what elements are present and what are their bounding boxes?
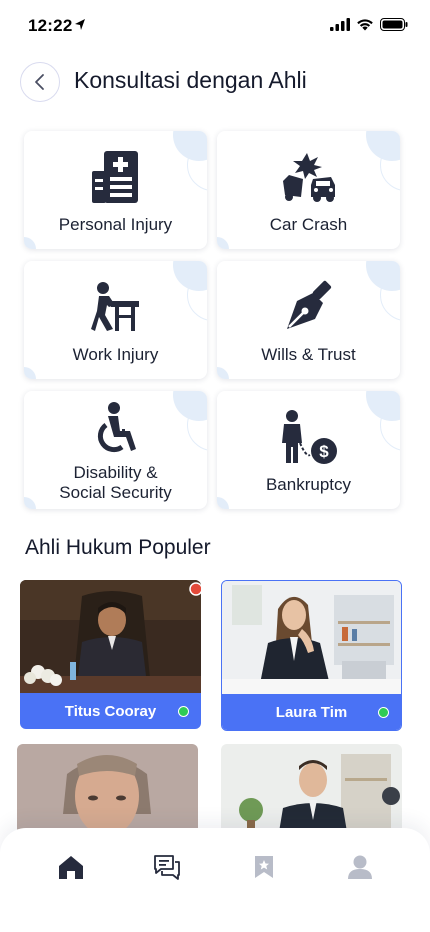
card-decoration: [217, 367, 229, 379]
card-decoration: [24, 367, 36, 379]
lawyer-name-bar: Laura Tim: [222, 694, 401, 730]
category-card-car-crash[interactable]: Car Crash: [217, 131, 400, 249]
car-crash-icon: [282, 153, 335, 202]
nav-home[interactable]: [54, 850, 88, 884]
category-label: Wills & Trust: [261, 345, 356, 364]
battery-icon: [380, 18, 408, 31]
home-icon: [59, 856, 83, 879]
pen-nib-icon: [286, 280, 331, 329]
lawyer-name-bar: Titus Cooray: [20, 693, 201, 729]
cellular-signal-icon: [330, 18, 350, 31]
lawyer-card[interactable]: Laura Tim: [221, 580, 402, 731]
category-label: Work Injury: [72, 345, 159, 364]
category-card-bankruptcy[interactable]: $ Bankruptcy: [217, 391, 400, 509]
bankruptcy-icon: $: [281, 410, 337, 464]
lawyer-photo: [222, 581, 401, 694]
chevron-left-icon: [35, 74, 44, 90]
online-status-dot: [378, 707, 389, 718]
nav-saved[interactable]: [247, 850, 281, 884]
wifi-icon: [357, 19, 373, 31]
nav-profile[interactable]: [343, 850, 377, 884]
hospital-icon: [91, 151, 138, 203]
card-decoration: [24, 237, 36, 249]
back-button[interactable]: [20, 62, 60, 102]
section-title: Ahli Hukum Populer: [25, 536, 211, 559]
category-card-disability[interactable]: Disability & Social Security: [24, 391, 207, 509]
lawyer-card[interactable]: Titus Cooray: [20, 580, 201, 729]
bottom-nav: [0, 828, 430, 932]
card-decoration: [217, 497, 229, 509]
category-card-wills-trust[interactable]: Wills & Trust: [217, 261, 400, 379]
category-label-line1: Disability &: [73, 463, 158, 482]
category-grid: Personal Injury Car Crash Work Injury Wi…: [24, 131, 400, 509]
status-bar: 12:22: [0, 0, 430, 52]
wheelchair-icon: [97, 402, 136, 453]
lawyer-name: Titus Cooray: [64, 702, 157, 720]
lawyer-name: Laura Tim: [275, 703, 348, 721]
location-arrow-icon: [75, 19, 85, 30]
profile-icon: [348, 855, 372, 879]
work-injury-icon: [90, 282, 139, 331]
card-decoration: [217, 237, 229, 249]
status-indicators: [330, 18, 408, 31]
page-title: Konsultasi dengan Ahli: [74, 67, 307, 93]
category-label-line2: Social Security: [59, 483, 172, 502]
category-label: Bankruptcy: [265, 475, 352, 494]
chat-icon: [154, 855, 180, 880]
status-time: 12:22: [28, 16, 73, 35]
svg-text:$: $: [319, 442, 329, 461]
category-label: Personal Injury: [58, 215, 173, 234]
category-card-personal-injury[interactable]: Personal Injury: [24, 131, 207, 249]
nav-chat[interactable]: [150, 850, 184, 884]
online-status-dot: [178, 706, 189, 717]
category-card-work-injury[interactable]: Work Injury: [24, 261, 207, 379]
lawyer-photo: [20, 580, 201, 693]
category-label: Car Crash: [269, 215, 348, 234]
bookmark-icon: [255, 856, 273, 878]
